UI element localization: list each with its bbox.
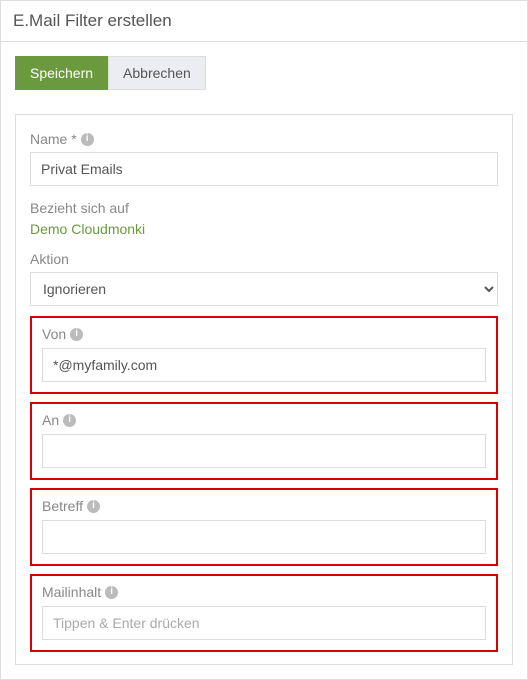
criteria-stack: Von i An i Betreff i bbox=[30, 316, 498, 652]
info-icon[interactable]: i bbox=[70, 328, 83, 341]
action-group: Aktion Ignorieren bbox=[30, 251, 498, 306]
from-label-text: Von bbox=[42, 326, 66, 342]
subject-box: Betreff i bbox=[30, 488, 498, 566]
subject-label: Betreff i bbox=[42, 498, 486, 514]
info-icon[interactable]: i bbox=[105, 586, 118, 599]
name-group: Name * i bbox=[30, 131, 498, 186]
from-label: Von i bbox=[42, 326, 486, 342]
from-input[interactable] bbox=[42, 348, 486, 382]
refers-value[interactable]: Demo Cloudmonki bbox=[30, 221, 498, 237]
body-label-text: Mailinhalt bbox=[42, 584, 101, 600]
to-label: An i bbox=[42, 412, 486, 428]
info-icon[interactable]: i bbox=[81, 133, 94, 146]
to-label-text: An bbox=[42, 412, 59, 428]
body-box: Mailinhalt i bbox=[30, 574, 498, 652]
body-input[interactable] bbox=[42, 606, 486, 640]
save-button[interactable]: Speichern bbox=[15, 56, 108, 90]
subject-input[interactable] bbox=[42, 520, 486, 554]
name-label-text: Name * bbox=[30, 131, 77, 147]
subject-label-text: Betreff bbox=[42, 498, 83, 514]
page-title: E.Mail Filter erstellen bbox=[1, 1, 527, 42]
name-label: Name * i bbox=[30, 131, 498, 147]
to-box: An i bbox=[30, 402, 498, 480]
to-input[interactable] bbox=[42, 434, 486, 468]
info-icon[interactable]: i bbox=[87, 500, 100, 513]
form-card: Name * i Bezieht sich auf Demo Cloudmonk… bbox=[15, 114, 513, 665]
from-box: Von i bbox=[30, 316, 498, 394]
action-label: Aktion bbox=[30, 251, 498, 267]
panel-body: Speichern Abbrechen Name * i Bezieht sic… bbox=[1, 42, 527, 679]
body-label: Mailinhalt i bbox=[42, 584, 486, 600]
email-filter-panel: E.Mail Filter erstellen Speichern Abbrec… bbox=[0, 0, 528, 680]
button-row: Speichern Abbrechen bbox=[15, 56, 513, 90]
info-icon[interactable]: i bbox=[63, 414, 76, 427]
action-select[interactable]: Ignorieren bbox=[30, 272, 498, 306]
refers-group: Bezieht sich auf Demo Cloudmonki bbox=[30, 200, 498, 237]
cancel-button[interactable]: Abbrechen bbox=[108, 56, 206, 90]
refers-label: Bezieht sich auf bbox=[30, 200, 498, 216]
name-input[interactable] bbox=[30, 152, 498, 186]
